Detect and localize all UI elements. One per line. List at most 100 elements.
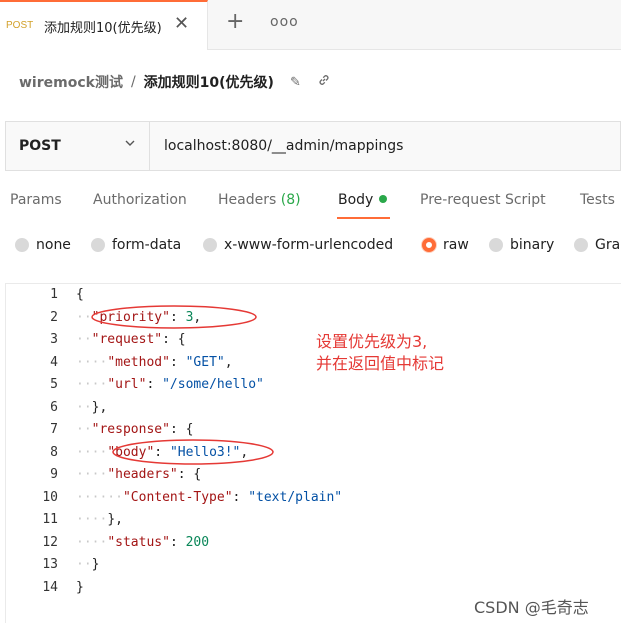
radio-none[interactable]: none	[15, 237, 71, 253]
code-token: }	[91, 557, 100, 572]
code-line: {	[76, 287, 84, 302]
whitespace-marker: ······	[76, 489, 123, 505]
code-line: ····},	[76, 512, 123, 527]
radio-form-data[interactable]: form-data	[91, 237, 181, 253]
whitespace-marker: ····	[76, 444, 108, 460]
radio-circle	[574, 238, 588, 252]
code-line: ····"status": 200	[76, 535, 209, 550]
code-token: :	[169, 354, 186, 370]
line-number: 1	[50, 287, 58, 302]
code-line: ··"response": {	[76, 422, 193, 437]
radio-circle	[15, 238, 29, 252]
whitespace-marker: ····	[76, 467, 108, 482]
plus-icon[interactable]: +	[226, 11, 244, 33]
code-token: "url"	[107, 377, 147, 392]
radio-circle	[203, 238, 217, 252]
whitespace-marker: ··	[76, 332, 92, 347]
radio-label: binary	[510, 237, 555, 253]
body-type-radios: none form-data x-www-form-urlencoded raw…	[0, 235, 621, 259]
tab-headers[interactable]: Headers (8)	[218, 192, 301, 208]
line-number: 3	[50, 332, 58, 347]
code-token: },	[91, 399, 108, 415]
link-icon-svg	[319, 75, 329, 85]
code-token: :	[232, 489, 249, 505]
line-number: 5	[50, 377, 58, 392]
tab-tests[interactable]: Tests	[580, 192, 615, 208]
code-line: ··}	[76, 557, 99, 572]
request-tab[interactable]: POST 添加规则10(优先级) ✕	[0, 0, 208, 50]
code-line: ······"Content-Type": "text/plain"	[76, 490, 342, 505]
radio-graphql[interactable]: Gra	[574, 237, 620, 253]
whitespace-marker: ··	[76, 399, 92, 415]
breadcrumb-separator: /	[130, 74, 136, 90]
code-line: ····"method": "GET",	[76, 355, 233, 370]
code-token: "status"	[107, 534, 170, 550]
whitespace-marker: ··	[76, 309, 92, 325]
link-icon[interactable]	[317, 73, 331, 91]
tab-authorization[interactable]: Authorization	[93, 192, 187, 208]
code-token: :	[146, 377, 163, 392]
code-token: :	[154, 444, 170, 460]
line-number: 6	[50, 399, 58, 415]
code-token: }	[76, 579, 84, 595]
code-token: ,	[224, 354, 233, 370]
annotation-line-2: 并在返回值中标记	[316, 354, 445, 373]
radio-x-www-form-urlencoded[interactable]: x-www-form-urlencoded	[203, 237, 393, 253]
radio-label: Gra	[595, 237, 621, 253]
breadcrumb-request: 添加规则10(优先级)	[143, 75, 274, 91]
code-token: "method"	[107, 354, 170, 370]
line-number: 7	[50, 422, 58, 437]
radio-circle-selected	[422, 238, 436, 252]
tab-headers-count: (8)	[280, 192, 301, 208]
tab-body[interactable]: Body	[338, 192, 388, 208]
tab-body-label: Body	[338, 192, 374, 208]
code-token: "GET"	[185, 354, 225, 370]
line-number: 2	[50, 309, 58, 325]
code-line: ····"headers": {	[76, 467, 201, 482]
annotation-note: 设置优先级为3, 并在返回值中标记	[316, 331, 444, 375]
radio-label: raw	[443, 237, 469, 253]
chevron-down-icon	[124, 137, 136, 152]
tab-headers-label: Headers	[218, 192, 277, 208]
pencil-icon[interactable]: ✎	[290, 75, 301, 90]
chevron-svg	[125, 140, 135, 146]
more-horizontal-icon[interactable]: ooo	[270, 13, 299, 31]
code-line: ··},	[76, 400, 107, 415]
line-number: 4	[50, 354, 58, 370]
line-number: 13	[42, 557, 58, 572]
tab-bar: POST 添加规则10(优先级) ✕ + ooo	[0, 0, 621, 50]
close-icon[interactable]: ✕	[174, 15, 189, 33]
code-token: {	[76, 287, 84, 302]
whitespace-marker: ··	[76, 557, 92, 572]
line-number: 9	[50, 467, 58, 482]
whitespace-marker: ····	[76, 534, 108, 550]
code-token: ,	[240, 444, 249, 460]
method-select[interactable]: POST	[6, 122, 150, 170]
annotation-line-1: 设置优先级为3,	[316, 332, 428, 351]
line-number: 14	[42, 579, 58, 595]
radio-label: form-data	[112, 237, 182, 253]
radio-label: x-www-form-urlencoded	[224, 237, 394, 253]
code-token: ,	[193, 309, 202, 325]
method-value: POST	[19, 138, 61, 154]
code-line: ··"request": {	[76, 332, 186, 347]
url-bar: POST localhost:8080/__admin/mappings	[5, 121, 621, 171]
url-input[interactable]: localhost:8080/__admin/mappings	[164, 138, 403, 154]
code-token: : {	[169, 422, 194, 437]
code-token: },	[107, 512, 123, 527]
code-token: :	[169, 309, 186, 325]
radio-binary[interactable]: binary	[489, 237, 554, 253]
code-token: "request"	[91, 332, 163, 347]
line-number: 8	[50, 444, 58, 460]
code-token: : {	[162, 332, 186, 347]
code-line: ··"priority": 3,	[76, 310, 201, 325]
code-token: "text/plain"	[248, 489, 343, 505]
radio-raw[interactable]: raw	[422, 237, 469, 253]
radio-label: none	[36, 237, 71, 253]
radio-circle	[91, 238, 105, 252]
whitespace-marker: ····	[76, 377, 108, 392]
code-editor[interactable]: 1 2 3 4 5 6 7 8 9 10 11 12 13 14 {··"priority": 3, ··"…	[5, 283, 621, 623]
tab-pre-request-script[interactable]: Pre-request Script	[420, 192, 546, 208]
tab-params[interactable]: Params	[10, 192, 62, 208]
breadcrumb-collection[interactable]: wiremock测试	[19, 72, 123, 92]
